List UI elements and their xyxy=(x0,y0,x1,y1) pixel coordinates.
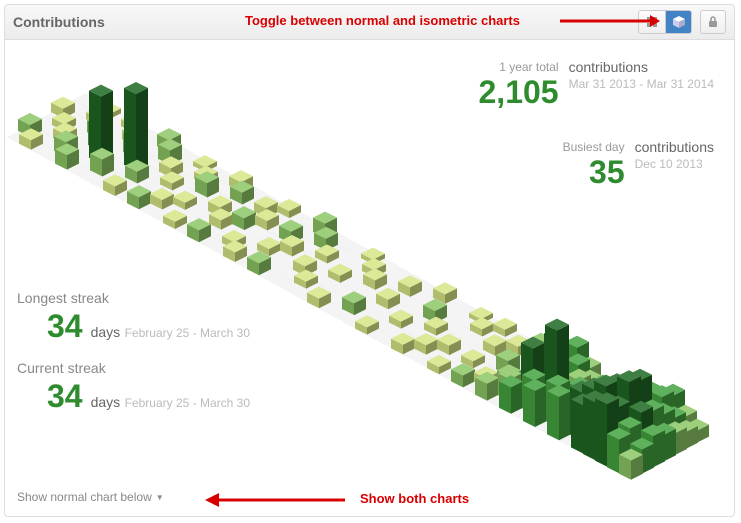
annotation-top: Toggle between normal and isometric char… xyxy=(245,13,520,28)
stat-busiest-day: Busiest day 35 contributions Dec 10 2013 xyxy=(563,140,714,188)
normal-view-button[interactable] xyxy=(639,11,665,33)
show-normal-chart-link[interactable]: Show normal chart below ▼ xyxy=(17,490,164,504)
contributions-panel: Contributions Toggle between normal and … xyxy=(4,4,735,517)
stat-longest-label: Longest streak xyxy=(17,290,109,306)
stat-year-total: 1 year total 2,105 contributions Mar 31 … xyxy=(479,60,715,108)
footer-link-label: Show normal chart below xyxy=(17,490,152,504)
stat-longest-streak: Longest streak 34 days February 25 - Mar… xyxy=(17,290,250,342)
stat-busy-date: Dec 10 2013 xyxy=(635,157,714,171)
lock-icon xyxy=(708,16,718,28)
isometric-view-button[interactable] xyxy=(665,11,691,33)
stat-longest-unit: days xyxy=(91,324,121,340)
lock-button[interactable] xyxy=(700,10,726,34)
stat-year-value: 2,105 xyxy=(479,76,559,108)
grid-icon xyxy=(646,16,658,28)
stat-busy-unit: contributions xyxy=(635,140,714,155)
annotation-bottom: Show both charts xyxy=(360,491,469,506)
stat-longest-date: February 25 - March 30 xyxy=(125,326,250,340)
stat-current-date: February 25 - March 30 xyxy=(125,396,250,410)
stat-current-value: 34 xyxy=(47,380,83,412)
view-toggle xyxy=(638,10,692,34)
stat-longest-value: 34 xyxy=(47,310,83,342)
stat-current-streak: Current streak 34 days February 25 - Mar… xyxy=(17,360,250,412)
stat-year-label: 1 year total xyxy=(499,60,558,74)
stat-current-label: Current streak xyxy=(17,360,106,376)
panel-title: Contributions xyxy=(13,14,105,30)
stat-busy-label: Busiest day xyxy=(563,140,625,154)
cube-icon xyxy=(672,15,686,29)
panel-body: 1 year total 2,105 contributions Mar 31 … xyxy=(5,40,734,516)
arrow-bottom xyxy=(205,488,345,512)
panel-header: Contributions Toggle between normal and … xyxy=(5,5,734,40)
header-controls xyxy=(638,10,726,34)
stat-current-unit: days xyxy=(91,394,121,410)
caret-down-icon: ▼ xyxy=(156,493,164,502)
stat-year-date: Mar 31 2013 - Mar 31 2014 xyxy=(569,77,714,91)
stat-year-unit: contributions xyxy=(569,60,714,75)
stat-busy-value: 35 xyxy=(589,156,625,188)
iso-contribution-chart xyxy=(5,40,735,510)
